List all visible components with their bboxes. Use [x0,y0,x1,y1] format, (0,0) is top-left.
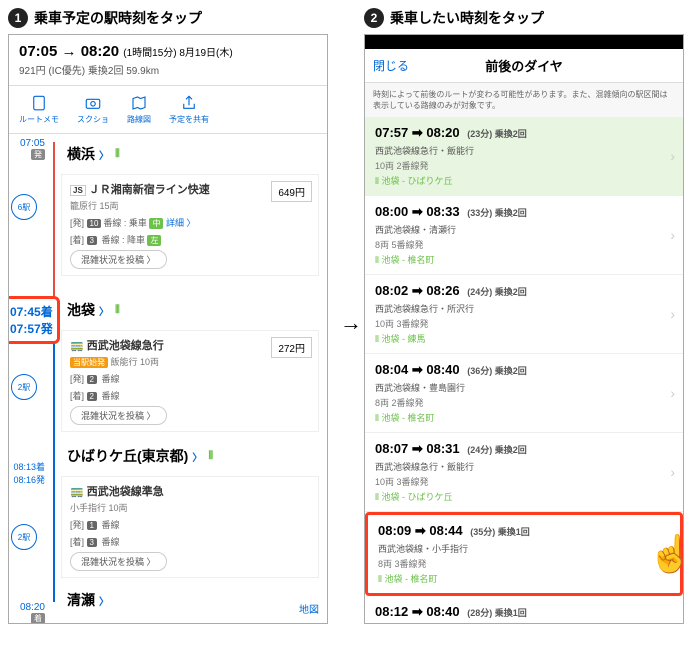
post-congestion-3[interactable]: 混雑状況を投稿 〉 [70,552,167,571]
fare-2: 272円 [271,337,312,358]
arrow-icon: → [340,310,362,336]
fare-1: 649円 [271,181,312,202]
route-summary-time: 07:05 → 08:20 (1時間15分) 8月19日(木) [19,43,317,60]
schedule-option-1[interactable]: 08:00 ➡ 08:33 (33分) 乗換2回 西武池袋線・清瀬行 8両 5番… [365,196,683,275]
segment-1: JSＪＲ湘南新宿ライン快速 籠原行 15両 649円 [発] 10番線 : 乗車… [61,174,319,276]
schedule-option-5[interactable]: 08:09 ➡ 08:44 (35分) 乗換1回 西武池袋線・小手指行 8両 3… [365,512,683,596]
station-kiyose[interactable]: 清瀬〉 [61,584,319,616]
tool-share[interactable]: 予定を共有 [169,94,209,125]
tool-screenshot[interactable]: スクショ [77,94,109,125]
schedule-option-6[interactable]: 08:12 ➡ 08:40 (28分) 乗換1回 西武池袋線準急・小手指行 10… [365,596,683,624]
chevron-right-icon: › [670,385,675,401]
station-count-3[interactable]: 2駅 [11,524,37,550]
post-congestion-1[interactable]: 混雑状況を投稿 〉 [70,250,167,269]
chevron-right-icon: › [670,620,675,624]
station-yokohama[interactable]: 横浜〉⦀ [61,138,319,170]
arr-time: 08:20 着 [9,602,45,624]
schedule-option-4[interactable]: 08:07 ➡ 08:31 (24分) 乗換2回 西武池袋線急行・飯能行 10両… [365,433,683,512]
chevron-right-icon: › [670,306,675,322]
tool-routememo[interactable]: ルートメモ [19,94,59,125]
heading-2: 乗車したい時刻をタップ [390,8,544,28]
schedule-option-0[interactable]: 07:57 ➡ 08:20 (23分) 乗換2回 西武池袋線急行・飯能行 10両… [365,117,683,196]
tap-hand-icon: ☝ [648,533,684,575]
map-link[interactable]: 地図 [299,601,319,616]
transfer-time-highlight[interactable]: 07:45着07:57発 [8,296,60,344]
dep-time[interactable]: 07:05 発 [9,138,45,160]
route-summary-fare: 921円 (IC優先) 乗換2回 59.9km [19,62,317,77]
schedule-option-3[interactable]: 08:04 ➡ 08:40 (36分) 乗換2回 西武池袋線・豊島園行 8両 2… [365,354,683,433]
segment-2: 🚃 西武池袋線急行 当駅始発 飯能行 10両 272円 [発] 2 番線 [着]… [61,330,319,432]
close-button[interactable]: 閉じる [373,57,409,74]
chevron-right-icon: › [670,464,675,480]
station-count-1[interactable]: 6駅 [11,194,37,220]
dialog-title: 前後のダイヤ [485,56,563,75]
toolbar: ルートメモ スクショ 路線図 予定を共有 [9,86,327,134]
chevron-right-icon: › [670,227,675,243]
station-count-2[interactable]: 2駅 [11,374,37,400]
schedule-panel: 閉じる 前後のダイヤ 時刻によって前後のルートが変わる可能性があります。また、混… [364,34,684,624]
post-congestion-2[interactable]: 混雑状況を投稿 〉 [70,406,167,425]
heading-1: 乗車予定の駅時刻をタップ [34,8,202,28]
schedule-option-2[interactable]: 08:02 ➡ 08:26 (24分) 乗換2回 西武池袋線急行・所沢行 10両… [365,275,683,354]
info-note: 時刻によって前後のルートが変わる可能性があります。また、混雑傾向の駅区間は表示し… [365,83,683,117]
chevron-right-icon: › [670,148,675,164]
station-hibarigaoka[interactable]: ひばりケ丘(東京都)〉⦀ [61,440,319,472]
station-ikebukuro[interactable]: 池袋〉⦀ [61,294,319,326]
congestion-icon: ⦀ [115,148,120,161]
transfer-time-2[interactable]: 08:13着08:16発 [9,460,45,486]
route-panel: 07:05 → 08:20 (1時間15分) 8月19日(木) 921円 (IC… [8,34,328,624]
chevron-icon: 〉 [99,147,109,162]
tool-routemap[interactable]: 路線図 [127,94,151,125]
segment-3: 🚃 西武池袋線準急 小手指行 10両 [発] 1 番線 [着] 3 番線 混雑状… [61,476,319,578]
